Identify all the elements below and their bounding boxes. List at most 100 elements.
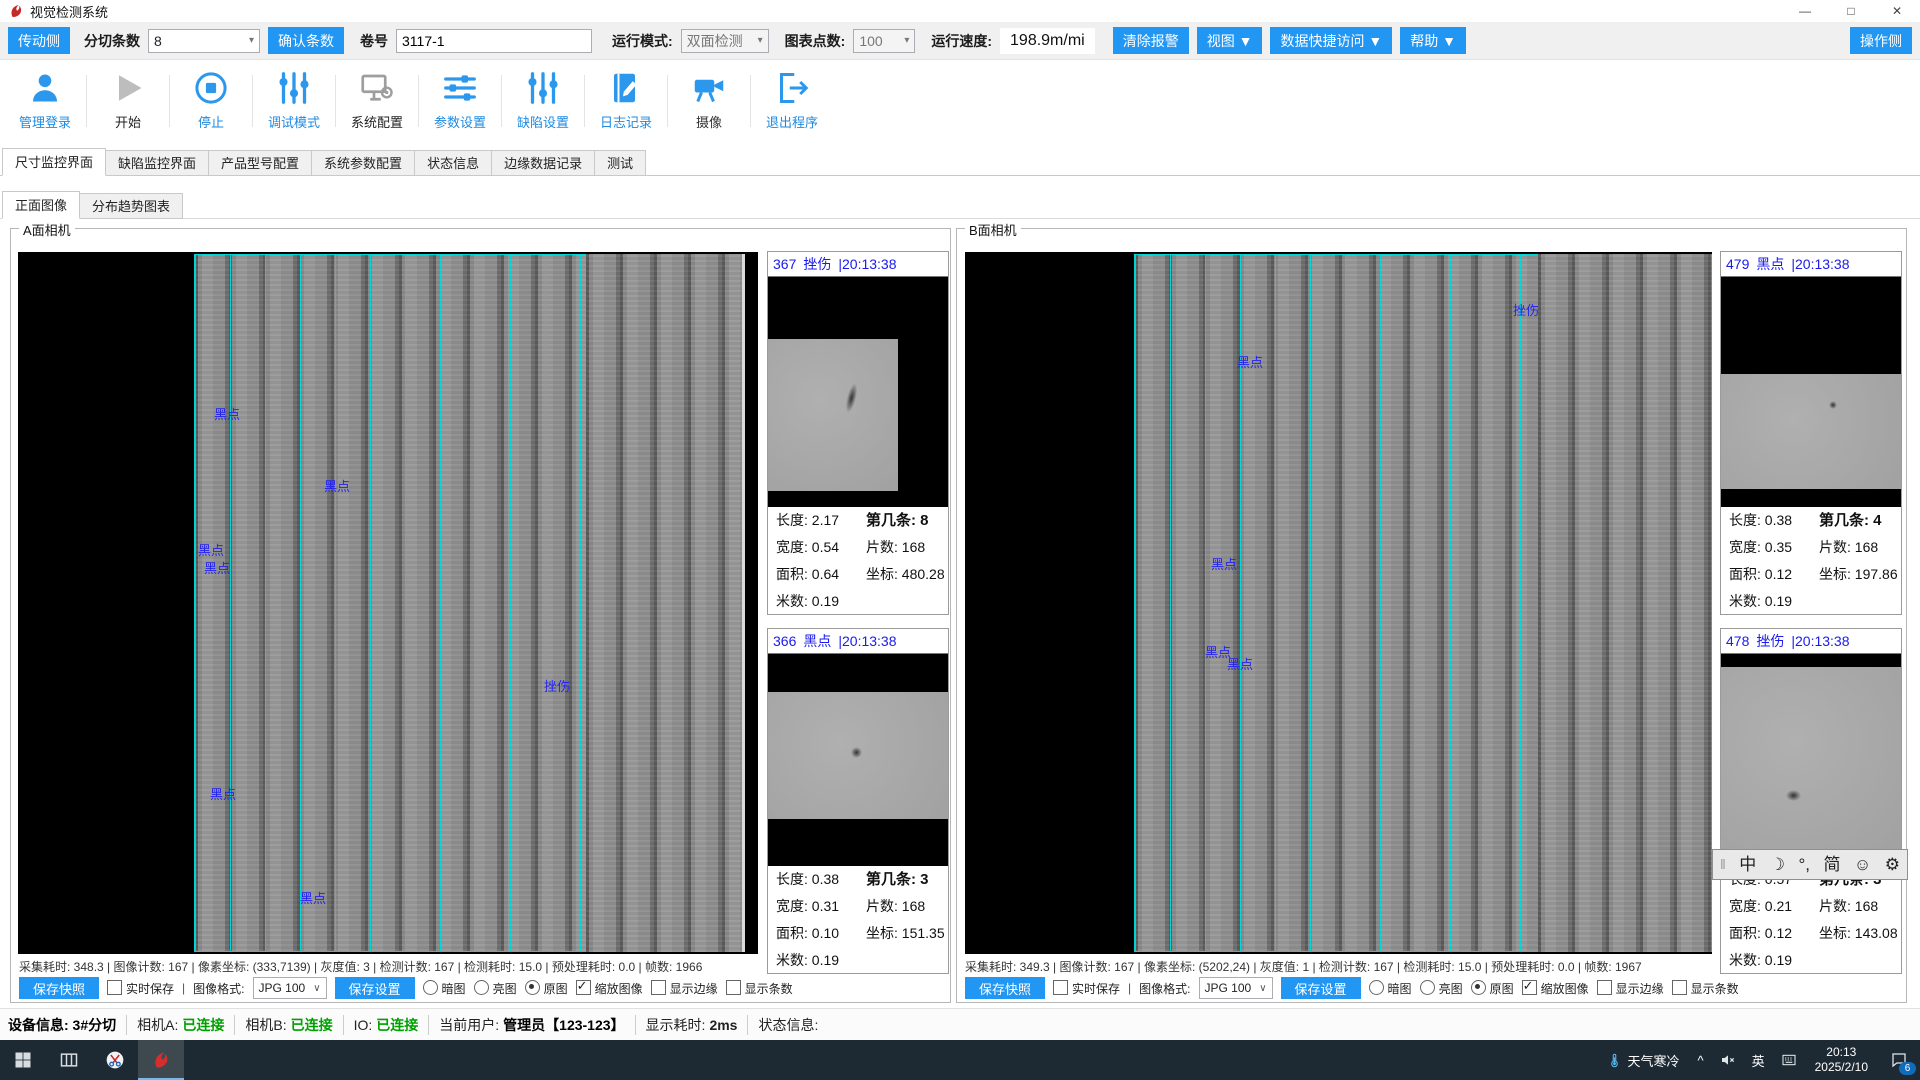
ime-handle-icon[interactable]: ‖ (1720, 850, 1726, 879)
save-snapshot-button[interactable]: 保存快照 (19, 977, 99, 999)
capture-button[interactable]: 摄像 (670, 70, 748, 131)
start-button[interactable]: 开始 (89, 70, 167, 131)
image-format-select[interactable]: JPG 100∨ (1199, 977, 1273, 999)
save-settings-button[interactable]: 保存设置 (335, 977, 415, 999)
tab-sub-1[interactable]: 分布趋势图表 (80, 193, 183, 219)
display-mode-radio[interactable]: 亮图 (474, 980, 517, 997)
debug-mode-button[interactable]: 调试模式 (255, 70, 333, 131)
display-mode-radio[interactable]: 原图 (525, 980, 568, 997)
realtime-save-label: 实时保存 (126, 982, 174, 996)
exit-program-button[interactable]: 退出程序 (753, 70, 831, 131)
tab-sub-0[interactable]: 正面图像 (2, 191, 80, 219)
ime-settings-icon[interactable]: ⚙ (1885, 850, 1900, 879)
save-settings-button[interactable]: 保存设置 (1281, 977, 1361, 999)
display-option-checkbox[interactable]: 显示条数 (726, 980, 793, 997)
clear-alarm-button[interactable]: 清除报警 (1113, 27, 1189, 54)
roll-number-label: 卷号 (360, 31, 388, 51)
save-snapshot-button[interactable]: 保存快照 (965, 977, 1045, 999)
help-menu-button[interactable]: 帮助 ▼ (1400, 27, 1466, 54)
minimize-button[interactable]: — (1782, 0, 1828, 22)
ime-simplified-mode[interactable]: 简 (1823, 850, 1840, 879)
notification-center-button[interactable]: 6 (1878, 1040, 1920, 1080)
status-segment: 相机A:已连接 (137, 1015, 224, 1035)
display-option-checkbox[interactable]: 显示边缘 (651, 980, 718, 997)
tab-main-0[interactable]: 尺寸监控界面 (2, 148, 106, 176)
strip-region-outlined (194, 254, 588, 952)
image-format-select[interactable]: JPG 100∨ (253, 977, 327, 999)
defect-thumbnail[interactable] (1721, 653, 1901, 866)
camera-image-a[interactable]: 黑点黑点黑点黑点挫伤黑点黑点 (18, 252, 758, 954)
checkbox-label: 缩放图像 (1541, 982, 1589, 996)
display-option-checkbox[interactable]: 显示边缘 (1597, 980, 1664, 997)
touch-keyboard-icon[interactable] (1773, 1040, 1805, 1080)
close-button[interactable]: ✕ (1874, 0, 1920, 22)
operator-side-button[interactable]: 操作侧 (1850, 27, 1912, 54)
checkbox-icon (1522, 980, 1537, 995)
camera-image-b[interactable]: 挫伤黑点黑点黑点黑点 (965, 252, 1712, 954)
ime-moon-icon[interactable]: ☽ (1770, 850, 1785, 879)
stop-button[interactable]: 停止 (172, 70, 250, 131)
ime-chinese-mode[interactable]: 中 (1739, 850, 1756, 879)
titlebar: 视觉检测系统 — □ ✕ (0, 0, 1920, 23)
data-quick-access-button[interactable]: 数据快捷访问 ▼ (1270, 27, 1392, 54)
start-button[interactable] (0, 1040, 46, 1080)
defect-thumbnail[interactable] (1721, 276, 1901, 507)
display-option-checkbox[interactable]: 缩放图像 (576, 980, 643, 997)
ime-punctuation-mode[interactable]: °, (1798, 850, 1810, 879)
input-language-indicator[interactable]: 英 (1744, 1040, 1773, 1080)
view-menu-button[interactable]: 视图 ▼ (1197, 27, 1263, 54)
realtime-save-checkbox[interactable]: 实时保存 (1053, 980, 1120, 997)
display-option-checkbox[interactable]: 显示条数 (1672, 980, 1739, 997)
display-mode-radio[interactable]: 原图 (1471, 980, 1514, 997)
display-mode-radio[interactable]: 暗图 (423, 980, 466, 997)
monitor-gear-icon (359, 70, 395, 109)
display-option-checkbox[interactable]: 缩放图像 (1522, 980, 1589, 997)
radio-label: 亮图 (1439, 982, 1463, 996)
defect-detail-cell: 长度: 0.38 (1721, 507, 1811, 534)
separator: | (182, 981, 185, 995)
drive-side-button[interactable]: 传动侧 (8, 27, 70, 54)
run-mode-select[interactable]: 双面检测 ▾ (681, 29, 769, 53)
taskbar-left (0, 1040, 184, 1080)
snipping-tool-button[interactable] (92, 1040, 138, 1080)
defect-thumbnail[interactable] (768, 276, 948, 507)
chevron-down-icon: ▾ (898, 35, 909, 46)
task-view-button[interactable] (46, 1040, 92, 1080)
defect-settings-button[interactable]: 缺陷设置 (504, 70, 582, 131)
tab-main-6[interactable]: 测试 (595, 150, 646, 176)
param-settings-button[interactable]: 参数设置 (421, 70, 499, 131)
roll-number-input[interactable] (396, 29, 592, 53)
tab-main-1[interactable]: 缺陷监控界面 (106, 150, 209, 176)
radio-label: 亮图 (493, 982, 517, 996)
slit-count-select[interactable]: 8 ▾ (148, 29, 260, 53)
weather-widget[interactable]: 天气寒冷 (1597, 1051, 1689, 1070)
defect-detail-cell: 坐标: 151.35 (858, 920, 948, 947)
log-record-button[interactable]: 日志记录 (587, 70, 665, 131)
clock[interactable]: 20:13 2025/2/10 (1805, 1045, 1878, 1075)
admin-login-button[interactable]: 管理登录 (6, 70, 84, 131)
volume-muted-icon[interactable] (1712, 1040, 1744, 1080)
display-mode-radio[interactable]: 暗图 (1369, 980, 1412, 997)
defect-id: 478 (1726, 633, 1749, 649)
display-mode-radio[interactable]: 亮图 (1420, 980, 1463, 997)
defect-thumbnail[interactable] (768, 653, 948, 866)
defect-spot (1786, 790, 1801, 801)
maximize-button[interactable]: □ (1828, 0, 1874, 22)
hidden-icons-chevron[interactable]: ^ (1689, 1040, 1711, 1080)
defect-card: 478挫伤|20:13:38长度: 0.57第几条: 3宽度: 0.21片数: … (1720, 628, 1902, 974)
status-separator (126, 1015, 127, 1035)
defect-detail-cell: 片数: 168 (1811, 893, 1901, 920)
system-config-button[interactable]: 系统配置 (338, 70, 416, 131)
tab-main-3[interactable]: 系统参数配置 (312, 150, 415, 176)
tab-main-2[interactable]: 产品型号配置 (209, 150, 312, 176)
tab-main-5[interactable]: 边缘数据记录 (492, 150, 595, 176)
defect-detail-cell: 宽度: 0.31 (768, 893, 858, 920)
sub-tab-bar: 正面图像分布趋势图表 (0, 190, 1920, 219)
realtime-save-checkbox[interactable]: 实时保存 (107, 980, 174, 997)
chart-points-select[interactable]: 100 ▾ (853, 29, 915, 53)
tab-main-4[interactable]: 状态信息 (415, 150, 492, 176)
app-taskbar-button[interactable] (138, 1040, 184, 1080)
status-segment: 显示耗时:2ms (646, 1015, 738, 1035)
confirm-count-button[interactable]: 确认条数 (268, 27, 344, 54)
ime-emoji-icon[interactable]: ☺ (1854, 850, 1871, 879)
